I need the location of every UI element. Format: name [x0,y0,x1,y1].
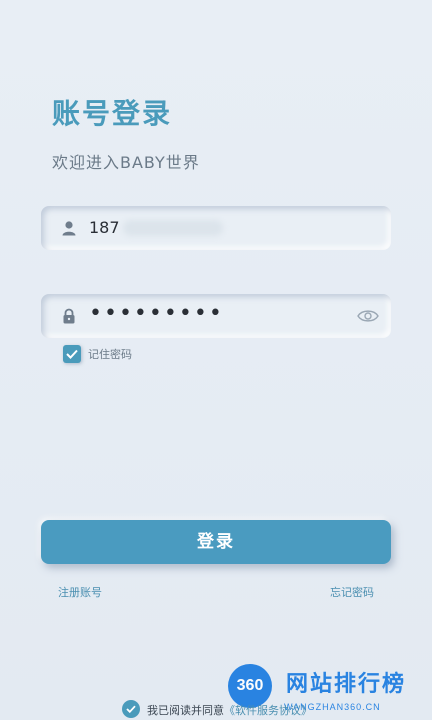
register-link[interactable]: 注册账号 [58,584,102,600]
login-page: 账号登录 欢迎进入BABY世界 187 ••••••••• 记住密码 登录 注册… [0,0,432,720]
agreement-text: 我已阅读并同意《软件服务协议》 [147,702,312,718]
page-subtitle: 欢迎进入BABY世界 [52,153,200,172]
lock-icon [61,308,77,324]
username-value[interactable]: 187 [89,218,120,237]
agreement-prefix: 我已阅读并同意 [147,704,224,717]
password-value[interactable]: ••••••••• [89,301,224,326]
agreement-link[interactable]: 《软件服务协议》 [224,704,312,717]
eye-icon[interactable] [357,308,379,324]
forgot-password-link[interactable]: 忘记密码 [330,584,374,600]
username-redaction [123,220,223,236]
check-icon [126,705,136,713]
check-icon [66,349,78,359]
remember-label: 记住密码 [88,348,132,361]
login-button[interactable]: 登录 [41,520,391,564]
watermark-title: 网站排行榜 [286,672,407,697]
page-title: 账号登录 [52,97,173,130]
password-field[interactable]: ••••••••• [41,294,391,338]
remember-checkbox[interactable] [63,345,81,363]
agreement-checkbox[interactable] [122,700,140,718]
username-field[interactable]: 187 [41,206,391,250]
user-icon [61,220,77,236]
